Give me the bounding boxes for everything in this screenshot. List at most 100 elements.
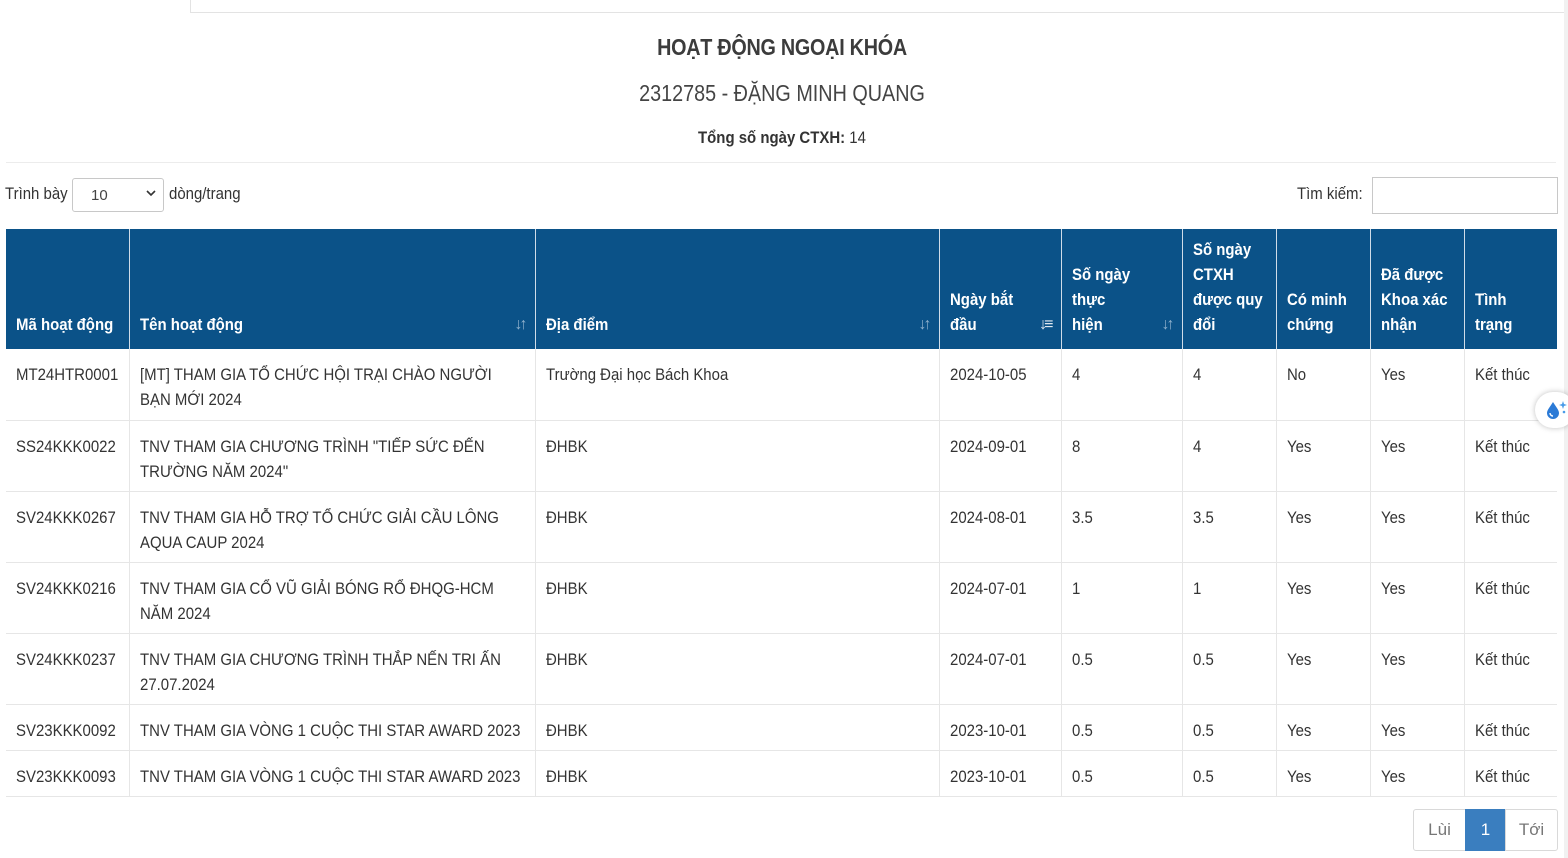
- cell-name: [MT] THAM GIA TỔ CHỨC HỘI TRẠI CHÀO NGƯỜ…: [129, 349, 536, 421]
- table-row: SV23KKK0093 TNV THAM GIA VÒNG 1 CUỘC THI…: [6, 750, 1557, 797]
- sort-icon: ↓↑: [918, 316, 932, 333]
- cell-ctxh-days: 4: [1182, 349, 1277, 421]
- table-row: SV24KKK0267 TNV THAM GIA HỖ TRỢ TỔ CHỨC …: [6, 491, 1557, 563]
- cell-code: SS24KKK0022: [6, 420, 130, 492]
- cell-location: ĐHBK: [535, 491, 940, 563]
- col-header-code[interactable]: Mã hoạt động: [6, 229, 130, 349]
- cell-status: Kết thúc: [1464, 491, 1557, 563]
- cell-name: TNV THAM GIA VÒNG 1 CUỘC THI STAR AWARD …: [129, 704, 536, 751]
- cell-status: Kết thúc: [1464, 562, 1557, 634]
- col-header-status[interactable]: Tình trạng: [1464, 229, 1557, 349]
- cell-status: Kết thúc: [1464, 633, 1557, 705]
- cell-confirmed: Yes: [1370, 491, 1465, 563]
- cell-location: ĐHBK: [535, 750, 940, 797]
- cell-evidence: Yes: [1276, 704, 1371, 751]
- page-length-value: 10: [91, 187, 108, 204]
- cell-start-date: 2023-10-01: [939, 704, 1062, 751]
- pagination-previous-button[interactable]: Lùi: [1413, 809, 1466, 851]
- cell-code: MT24HTR0001: [6, 349, 130, 421]
- cell-evidence: No: [1276, 349, 1371, 421]
- cell-days: 8: [1061, 420, 1183, 492]
- top-panel-edge: [190, 0, 1565, 13]
- cell-code: SV23KKK0093: [6, 750, 130, 797]
- cell-ctxh-days: 0.5: [1182, 633, 1277, 705]
- search-input[interactable]: [1372, 177, 1558, 214]
- cell-ctxh-days: 1: [1182, 562, 1277, 634]
- cell-evidence: Yes: [1276, 491, 1371, 563]
- table-row: SS24KKK0022 TNV THAM GIA CHƯƠNG TRÌNH "T…: [6, 420, 1557, 492]
- chevron-down-icon: [145, 186, 157, 202]
- cell-evidence: Yes: [1276, 562, 1371, 634]
- total-days: Tổng số ngày CTXH: 14: [94, 128, 1470, 148]
- cell-start-date: 2024-08-01: [939, 491, 1062, 563]
- cell-location: ĐHBK: [535, 562, 940, 634]
- activities-table: Mã hoạt động Tên hoạt động ↓↑ Địa điểm ↓↑ …: [6, 229, 1557, 797]
- cell-confirmed: Yes: [1370, 562, 1465, 634]
- cell-days: 0.5: [1061, 633, 1183, 705]
- cell-days: 4: [1061, 349, 1183, 421]
- sort-descending-icon: ↓≡: [1039, 316, 1053, 333]
- col-header-days[interactable]: Số ngày thực hiện ↓↑: [1061, 229, 1183, 349]
- col-header-evidence[interactable]: Có minh chứng: [1276, 229, 1371, 349]
- cell-confirmed: Yes: [1370, 750, 1465, 797]
- cell-status: Kết thúc: [1464, 750, 1557, 797]
- total-days-label: Tổng số ngày CTXH:: [698, 128, 846, 147]
- cell-ctxh-days: 4: [1182, 420, 1277, 492]
- cell-location: ĐHBK: [535, 704, 940, 751]
- search-label: Tìm kiếm:: [1297, 184, 1363, 203]
- cell-location: ĐHBK: [535, 420, 940, 492]
- cell-days: 0.5: [1061, 750, 1183, 797]
- cell-evidence: Yes: [1276, 750, 1371, 797]
- cell-start-date: 2024-09-01: [939, 420, 1062, 492]
- cell-confirmed: Yes: [1370, 633, 1465, 705]
- cell-location: Trường Đại học Bách Khoa: [535, 349, 940, 421]
- cell-ctxh-days: 3.5: [1182, 491, 1277, 563]
- total-days-value: 14: [849, 128, 866, 147]
- cell-ctxh-days: 0.5: [1182, 704, 1277, 751]
- cell-name: TNV THAM GIA VÒNG 1 CUỘC THI STAR AWARD …: [129, 750, 536, 797]
- cell-code: SV24KKK0237: [6, 633, 130, 705]
- pagination-next-button[interactable]: Tới: [1505, 809, 1558, 851]
- cell-location: ĐHBK: [535, 633, 940, 705]
- cell-name: TNV THAM GIA CHƯƠNG TRÌNH "TIẾP SỨC ĐẾN …: [129, 420, 536, 492]
- cell-status: Kết thúc: [1464, 420, 1557, 492]
- page-title: HOẠT ĐỘNG NGOẠI KHÓA: [657, 34, 907, 60]
- cell-name: TNV THAM GIA CỔ VŨ GIẢI BÓNG RỔ ĐHQG-HCM…: [129, 562, 536, 634]
- table-row: SV23KKK0092 TNV THAM GIA VÒNG 1 CUỘC THI…: [6, 704, 1557, 751]
- cell-name: TNV THAM GIA CHƯƠNG TRÌNH THẮP NẾN TRI Ấ…: [129, 633, 536, 705]
- cell-evidence: Yes: [1276, 633, 1371, 705]
- sort-icon: ↓↑: [1161, 316, 1175, 333]
- student-name: 2312785 - ĐẶNG MINH QUANG: [639, 80, 925, 106]
- col-header-location[interactable]: Địa điểm ↓↑: [535, 229, 940, 349]
- cell-start-date: 2024-07-01: [939, 562, 1062, 634]
- cell-days: 3.5: [1061, 491, 1183, 563]
- cell-start-date: 2024-10-05: [939, 349, 1062, 421]
- col-header-ctxh-days[interactable]: Số ngày CTXH được quy đổi: [1182, 229, 1277, 349]
- cell-start-date: 2024-07-01: [939, 633, 1062, 705]
- col-header-start-date[interactable]: Ngày bắt đầu ↓≡: [939, 229, 1062, 349]
- col-header-name[interactable]: Tên hoạt động ↓↑: [129, 229, 536, 349]
- cell-days: 1: [1061, 562, 1183, 634]
- page-scrollbar[interactable]: [1564, 0, 1568, 858]
- page-length-select[interactable]: 10: [72, 178, 164, 212]
- cell-start-date: 2023-10-01: [939, 750, 1062, 797]
- water-drop-icon: [1547, 401, 1567, 419]
- col-header-confirmed[interactable]: Đã được Khoa xác nhận: [1370, 229, 1465, 349]
- cell-evidence: Yes: [1276, 420, 1371, 492]
- cell-confirmed: Yes: [1370, 704, 1465, 751]
- table-row: SV24KKK0216 TNV THAM GIA CỔ VŨ GIẢI BÓNG…: [6, 562, 1557, 634]
- table-row: SV24KKK0237 TNV THAM GIA CHƯƠNG TRÌNH TH…: [6, 633, 1557, 705]
- cell-ctxh-days: 0.5: [1182, 750, 1277, 797]
- cell-confirmed: Yes: [1370, 349, 1465, 421]
- cell-status: Kết thúc: [1464, 704, 1557, 751]
- sort-icon: ↓↑: [514, 316, 528, 333]
- cell-code: SV23KKK0092: [6, 704, 130, 751]
- show-label: Trình bày: [5, 184, 68, 203]
- cell-code: SV24KKK0267: [6, 491, 130, 563]
- pagination-page-button[interactable]: 1: [1465, 809, 1506, 851]
- divider: [6, 162, 1556, 163]
- cell-code: SV24KKK0216: [6, 562, 130, 634]
- rows-per-page-label: dòng/trang: [169, 184, 241, 203]
- cell-days: 0.5: [1061, 704, 1183, 751]
- floating-assistant-button[interactable]: [1535, 392, 1568, 428]
